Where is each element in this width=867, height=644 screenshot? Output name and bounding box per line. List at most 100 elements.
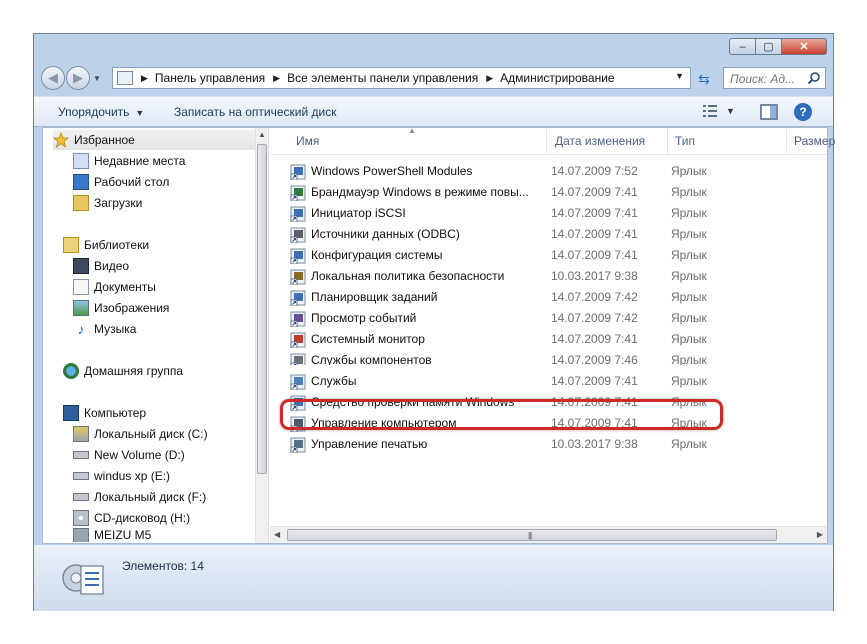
file-row[interactable]: Windows PowerShell Modules 14.07.2009 7:5… — [270, 161, 827, 182]
nav-label: MEIZU M5 — [94, 528, 152, 542]
address-bar[interactable]: ▶ Панель управления ▶ Все элементы панел… — [112, 67, 691, 89]
breadcrumb-chevron-icon[interactable]: ▶ — [273, 73, 280, 84]
file-row[interactable]: Службы компонентов 14.07.2009 7:46 Ярлык — [270, 350, 827, 365]
nav-label: Избранное — [74, 133, 135, 147]
column-name[interactable]: Имя — [296, 134, 319, 148]
nav-disk-f[interactable]: Локальный диск (F:) — [73, 487, 206, 507]
refresh-icon: ⇆ — [698, 70, 710, 87]
nav-homegroup[interactable]: Домашняя группа — [63, 361, 183, 381]
maximize-button[interactable]: ▢ — [756, 38, 782, 55]
nav-disk-e[interactable]: windus xp (E:) — [73, 466, 170, 486]
file-list: ▲ Имя Дата изменения Тип Размер Windows … — [270, 126, 835, 543]
nav-favorites[interactable]: Избранное — [53, 130, 255, 150]
recent-pages-dropdown-icon[interactable]: ▼ — [93, 74, 101, 83]
column-divider[interactable] — [667, 128, 668, 154]
burn-disc-button[interactable]: Записать на оптический диск — [174, 105, 337, 119]
navigation-scrollbar[interactable]: ▲ — [255, 128, 268, 543]
file-row[interactable]: Планировщик заданий 14.07.2009 7:42 Ярлык — [270, 287, 827, 308]
nav-libraries[interactable]: Библиотеки — [63, 235, 149, 255]
column-size[interactable]: Размер — [794, 134, 835, 148]
address-row: ◀ ▶ ▼ ▶ Панель управления ▶ Все элементы… — [34, 64, 833, 94]
file-row[interactable]: Конфигурация системы 14.07.2009 7:41 Ярлык — [270, 245, 827, 266]
nav-computer[interactable]: Компьютер — [63, 403, 146, 423]
nav-music[interactable]: ♪ Музыка — [73, 319, 137, 339]
file-row[interactable]: Инициатор iSCSI 14.07.2009 7:41 Ярлык — [270, 203, 827, 224]
file-date: 14.07.2009 7:41 — [551, 374, 638, 388]
file-row[interactable]: Источники данных (ODBC) 14.07.2009 7:41 Яр… — [270, 224, 827, 245]
file-type: Ярлык — [671, 311, 707, 325]
scrollbar-thumb[interactable] — [257, 144, 267, 474]
file-name: Службы компонентов — [311, 353, 432, 365]
search-input[interactable] — [728, 69, 810, 89]
nav-label: Музыка — [94, 322, 137, 336]
breadcrumb-chevron-icon[interactable]: ▶ — [486, 73, 493, 84]
shortcut-icon — [290, 311, 306, 327]
view-options-button[interactable]: ▼ — [702, 104, 735, 118]
file-type: Ярлык — [671, 437, 707, 451]
nav-disk-d[interactable]: New Volume (D:) — [73, 445, 185, 465]
search-box[interactable] — [723, 67, 826, 89]
scrollbar-thumb[interactable]: ||| — [287, 529, 777, 541]
chevron-down-icon: ▼ — [135, 108, 145, 118]
organize-button[interactable]: Упорядочить ▼ — [58, 105, 144, 119]
nav-meizu[interactable]: MEIZU M5 — [73, 528, 151, 542]
file-name: Службы — [311, 374, 357, 388]
file-row[interactable]: Управление печатью 10.03.2017 9:38 Ярлык — [270, 434, 827, 455]
recent-places-icon — [73, 153, 89, 169]
system-drive-icon — [73, 426, 89, 442]
file-row[interactable]: Службы 14.07.2009 7:41 Ярлык — [270, 371, 827, 392]
minimize-button[interactable]: – — [729, 38, 756, 55]
nav-images[interactable]: Изображения — [73, 298, 169, 318]
file-type: Ярлык — [671, 227, 707, 241]
file-row[interactable]: Просмотр событий 14.07.2009 7:42 Ярлык — [270, 308, 827, 329]
help-icon[interactable]: ? — [794, 103, 812, 121]
column-type[interactable]: Тип — [675, 134, 695, 148]
scroll-right-icon[interactable]: ▶ — [817, 530, 823, 539]
address-dropdown-icon[interactable]: ▼ — [675, 71, 684, 81]
horizontal-scrollbar[interactable]: ◀ ||| ▶ — [270, 526, 827, 543]
back-button[interactable]: ◀ — [41, 66, 65, 90]
column-divider[interactable] — [786, 128, 787, 154]
navigation-pane[interactable]: Избранное Недавние места Рабочий стол За… — [43, 128, 269, 543]
documents-icon — [73, 279, 89, 295]
preview-pane-icon[interactable] — [760, 104, 778, 120]
file-date: 14.07.2009 7:41 — [551, 185, 638, 199]
column-divider[interactable] — [546, 128, 547, 154]
administrative-tools-icon — [62, 564, 104, 595]
shortcut-icon — [290, 206, 306, 222]
nav-disk-c[interactable]: Локальный диск (C:) — [73, 424, 208, 444]
file-name: Системный монитор — [311, 332, 425, 346]
nav-desktop[interactable]: Рабочий стол — [73, 172, 169, 192]
downloads-folder-icon — [73, 195, 89, 211]
file-row[interactable]: Брандмауэр Windows в режиме повы... 14.07… — [270, 182, 827, 203]
chevron-down-icon: ▼ — [726, 106, 735, 116]
search-icon[interactable] — [807, 71, 821, 85]
scroll-up-icon[interactable]: ▲ — [258, 130, 266, 139]
file-date: 14.07.2009 7:41 — [551, 332, 638, 346]
shortcut-icon — [290, 164, 306, 180]
file-type: Ярлык — [671, 353, 707, 365]
nav-label: Рабочий стол — [94, 175, 170, 189]
nav-documents[interactable]: Документы — [73, 277, 156, 297]
nav-disk-h[interactable]: CD-дисковод (H:) — [73, 508, 190, 528]
file-name: Инициатор iSCSI — [311, 206, 406, 220]
forward-button[interactable]: ▶ — [66, 66, 90, 90]
breadcrumb-all-items[interactable]: Все элементы панели управления — [287, 71, 478, 85]
file-name: Планировщик заданий — [311, 290, 438, 304]
file-date: 14.07.2009 7:46 — [551, 353, 638, 365]
nav-video[interactable]: Видео — [73, 256, 129, 276]
nav-downloads[interactable]: Загрузки — [73, 193, 142, 213]
breadcrumb-control-panel[interactable]: Панель управления — [155, 71, 265, 85]
refresh-button[interactable]: ⇆ — [694, 69, 714, 89]
file-date: 14.07.2009 7:52 — [551, 164, 638, 178]
shortcut-icon — [290, 269, 306, 285]
breadcrumb-administration[interactable]: Администрирование — [500, 71, 614, 85]
close-button[interactable]: ✕ — [782, 38, 827, 55]
file-row[interactable]: Локальная политика безопасности 10.03.201… — [270, 266, 827, 287]
column-date[interactable]: Дата изменения — [555, 134, 645, 148]
scroll-left-icon[interactable]: ◀ — [274, 530, 280, 539]
breadcrumb-chevron-icon[interactable]: ▶ — [141, 73, 148, 84]
nav-recent-places[interactable]: Недавние места — [73, 151, 185, 171]
desktop-icon — [73, 174, 89, 190]
file-row[interactable]: Системный монитор 14.07.2009 7:41 Ярлык — [270, 329, 827, 350]
